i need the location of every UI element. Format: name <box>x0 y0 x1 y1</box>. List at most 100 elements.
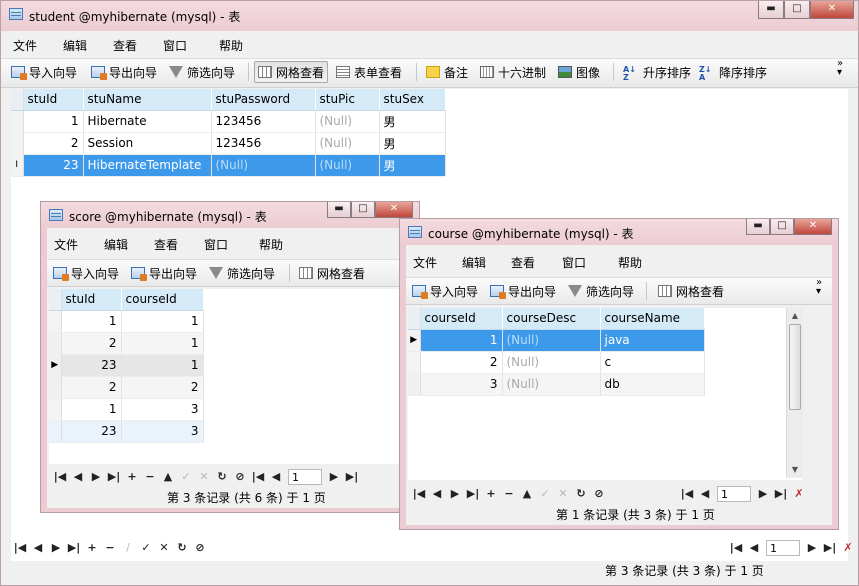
menu-edit[interactable]: 编辑 <box>104 236 128 253</box>
course-grid[interactable]: courseId courseDesc courseName ▶ 1 (Null… <box>408 308 802 480</box>
discard-changes-icon[interactable]: ✕ <box>554 485 572 503</box>
table-row[interactable]: 2 Session 123456 (Null) 男 <box>11 132 446 155</box>
column-header[interactable]: stuPic <box>315 89 380 111</box>
add-record-icon[interactable]: + <box>123 468 141 486</box>
last-page-icon[interactable]: ▶| <box>343 468 361 486</box>
page-settings-icon[interactable]: ✗ <box>839 539 857 557</box>
move-up-icon[interactable]: ▲ <box>159 468 177 486</box>
hex-button[interactable]: 十六进制 <box>480 63 546 81</box>
column-header[interactable]: stuPassword <box>211 89 316 111</box>
export-wizard-button[interactable]: 导出向导 <box>131 264 197 282</box>
image-button[interactable]: 图像 <box>558 63 600 81</box>
first-record-icon[interactable]: |◀ <box>11 539 29 557</box>
menu-help[interactable]: 帮助 <box>259 236 283 253</box>
scroll-up-icon[interactable]: ▲ <box>787 308 803 324</box>
table-row[interactable]: 23 3 <box>49 420 204 443</box>
add-record-icon[interactable]: + <box>482 485 500 503</box>
close-button[interactable]: ✕ <box>375 202 413 218</box>
first-page-icon[interactable]: |◀ <box>727 539 745 557</box>
import-wizard-button[interactable]: 导入向导 <box>53 264 119 282</box>
score-grid[interactable]: stuId courseId 1 1 2 1 ▶ 23 1 2 2 1 3 23… <box>49 289 411 464</box>
filter-wizard-button[interactable]: 筛选向导 <box>169 63 235 81</box>
export-wizard-button[interactable]: 导出向导 <box>91 63 157 81</box>
prev-page-icon[interactable]: ◀ <box>267 468 285 486</box>
maximize-button[interactable]: □ <box>770 219 794 235</box>
column-header[interactable]: courseName <box>600 308 705 330</box>
menu-view[interactable]: 查看 <box>154 236 178 253</box>
menu-file[interactable]: 文件 <box>54 236 78 253</box>
menu-window[interactable]: 窗口 <box>204 236 228 253</box>
student-titlebar[interactable]: student @myhibernate (mysql) - 表 ▬ □ ✕ <box>1 1 858 31</box>
next-record-icon[interactable]: ▶ <box>47 539 65 557</box>
first-page-icon[interactable]: |◀ <box>249 468 267 486</box>
toolbar-overflow-button[interactable]: » ▾ <box>816 278 822 297</box>
score-titlebar[interactable]: score @myhibernate (mysql) - 表 ▬ □ ✕ <box>41 202 419 228</box>
menu-help[interactable]: 帮助 <box>219 37 243 54</box>
stop-icon[interactable]: ⊘ <box>590 485 608 503</box>
table-row-current[interactable]: ▶ 23 1 <box>49 354 204 377</box>
last-page-icon[interactable]: ▶| <box>772 485 790 503</box>
import-wizard-button[interactable]: 导入向导 <box>11 63 77 81</box>
prev-record-icon[interactable]: ◀ <box>29 539 47 557</box>
sort-descending-button[interactable]: Z↓ A 降序排序 <box>699 63 767 82</box>
add-record-icon[interactable]: + <box>83 539 101 557</box>
menu-window[interactable]: 窗口 <box>163 37 187 54</box>
table-row[interactable]: 2 2 <box>49 376 204 399</box>
memo-button[interactable]: 备注 <box>426 63 468 81</box>
stop-icon[interactable]: ⊘ <box>231 468 249 486</box>
next-record-icon[interactable]: ▶ <box>446 485 464 503</box>
next-page-icon[interactable]: ▶ <box>325 468 343 486</box>
page-settings-icon[interactable]: ✗ <box>790 485 808 503</box>
menu-file[interactable]: 文件 <box>413 254 437 271</box>
last-record-icon[interactable]: ▶| <box>105 468 123 486</box>
refresh-icon[interactable]: ↻ <box>213 468 231 486</box>
table-row[interactable]: 1 3 <box>49 398 204 421</box>
close-button[interactable]: ✕ <box>794 219 832 235</box>
column-header[interactable]: stuSex <box>379 89 446 111</box>
minimize-button[interactable]: ▬ <box>746 219 770 235</box>
table-row[interactable]: 1 1 <box>49 310 204 333</box>
table-row[interactable]: 3 (Null) db <box>408 373 705 396</box>
column-header[interactable]: stuId <box>61 289 122 311</box>
last-record-icon[interactable]: ▶| <box>464 485 482 503</box>
page-number-field[interactable]: 1 <box>766 540 800 556</box>
move-up-icon[interactable]: ▲ <box>518 485 536 503</box>
first-page-icon[interactable]: |◀ <box>678 485 696 503</box>
next-page-icon[interactable]: ▶ <box>754 485 772 503</box>
menu-file[interactable]: 文件 <box>13 37 37 54</box>
filter-wizard-button[interactable]: 筛选向导 <box>568 282 634 300</box>
table-row[interactable]: 2 (Null) c <box>408 351 705 374</box>
column-header[interactable]: courseDesc <box>502 308 601 330</box>
toolbar-overflow-button[interactable]: » ▾ <box>837 59 843 78</box>
grid-view-button[interactable]: 网格查看 <box>254 61 329 83</box>
delete-record-icon[interactable]: − <box>500 485 518 503</box>
scroll-thumb[interactable] <box>789 324 801 410</box>
page-number-field[interactable]: 1 <box>717 486 751 502</box>
maximize-button[interactable]: □ <box>351 202 375 218</box>
stop-icon[interactable]: ⊘ <box>191 539 209 557</box>
course-vertical-scrollbar[interactable]: ▲ ▼ <box>786 308 803 478</box>
minimize-button[interactable]: ▬ <box>758 1 784 19</box>
last-page-icon[interactable]: ▶| <box>821 539 839 557</box>
column-header[interactable]: courseId <box>121 289 204 311</box>
prev-record-icon[interactable]: ◀ <box>69 468 87 486</box>
next-page-icon[interactable]: ▶ <box>803 539 821 557</box>
apply-changes-icon[interactable]: ✓ <box>536 485 554 503</box>
maximize-button[interactable]: □ <box>784 1 810 19</box>
table-row[interactable]: 1 Hibernate 123456 (Null) 男 <box>11 110 446 133</box>
next-record-icon[interactable]: ▶ <box>87 468 105 486</box>
scroll-down-icon[interactable]: ▼ <box>787 462 803 478</box>
prev-record-icon[interactable]: ◀ <box>428 485 446 503</box>
discard-changes-icon[interactable]: ✕ <box>155 539 173 557</box>
column-header[interactable]: stuName <box>83 89 212 111</box>
export-wizard-button[interactable]: 导出向导 <box>490 282 556 300</box>
grid-view-button[interactable]: 网格查看 <box>299 264 365 282</box>
sort-ascending-button[interactable]: A↓ Z 升序排序 <box>623 63 691 82</box>
column-header[interactable]: courseId <box>420 308 503 330</box>
prev-page-icon[interactable]: ◀ <box>696 485 714 503</box>
edit-record-icon[interactable]: / <box>119 539 137 557</box>
apply-changes-icon[interactable]: ✓ <box>137 539 155 557</box>
menu-view[interactable]: 查看 <box>511 254 535 271</box>
refresh-icon[interactable]: ↻ <box>173 539 191 557</box>
form-view-button[interactable]: 表单查看 <box>336 63 402 81</box>
